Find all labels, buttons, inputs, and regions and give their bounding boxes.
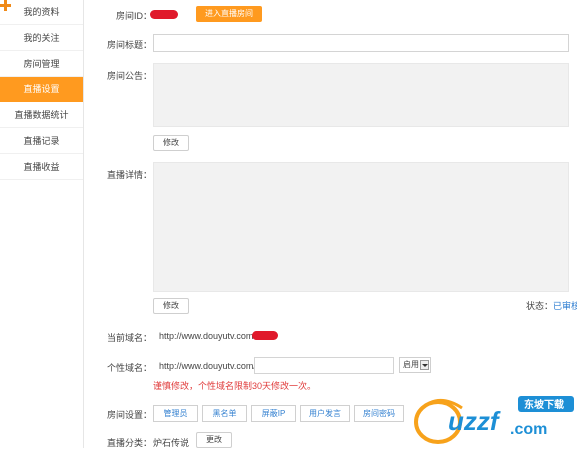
user-speech-button[interactable]: 用户发言 — [300, 405, 350, 422]
admins-button[interactable]: 管理员 — [153, 405, 198, 422]
sidebar: 我的资料 我的关注 房间管理 直播设置 直播数据统计 直播记录 直播收益 — [0, 0, 84, 448]
room-title-input[interactable] — [153, 34, 569, 52]
sidebar-item-live-records[interactable]: 直播记录 — [0, 129, 83, 154]
sidebar-item-live-earnings[interactable]: 直播收益 — [0, 155, 83, 180]
notice-edit-button[interactable]: 修改 — [153, 135, 189, 151]
custom-domain-label: 个性域名： — [106, 363, 152, 373]
status-label: 状态： — [526, 301, 554, 311]
watermark-brand: uzzf — [448, 406, 501, 436]
enter-room-button[interactable]: 进入直播房间 — [196, 6, 262, 22]
custom-domain-warning: 谨慎修改，个性域名限制30天修改一次。 — [153, 381, 317, 391]
chevron-down-icon — [420, 360, 429, 370]
room-id-label: 房间ID： — [115, 11, 152, 21]
room-detail-label: 直播详情： — [106, 170, 152, 180]
status-text: 状态：已审核 — [526, 299, 577, 312]
watermark-tagline: 东坡下载 — [524, 398, 564, 411]
room-password-button[interactable]: 房间密码 — [354, 405, 404, 422]
watermark-domain: .com — [510, 421, 547, 438]
enable-select-value: 启用 — [403, 360, 419, 369]
sidebar-item-live-stats[interactable]: 直播数据统计 — [0, 103, 83, 128]
enable-select[interactable]: 启用 — [399, 357, 431, 373]
custom-domain-input[interactable] — [254, 357, 394, 374]
category-label: 直播分类： — [106, 438, 152, 448]
sidebar-item-follows[interactable]: 我的关注 — [0, 26, 83, 51]
room-notice-label: 房间公告： — [106, 71, 152, 81]
current-domain-redacted — [252, 331, 278, 340]
status-value: 已审核 — [553, 301, 577, 311]
room-notice-textarea[interactable] — [153, 63, 569, 127]
category-value[interactable]: 炉石传说 — [153, 436, 189, 449]
sidebar-item-profile[interactable]: 我的资料 — [0, 0, 83, 25]
room-detail-textarea[interactable] — [153, 162, 569, 292]
current-domain-label: 当前域名： — [106, 333, 152, 343]
sidebar-item-room-management[interactable]: 房间管理 — [0, 52, 83, 77]
change-category-button[interactable]: 更改 — [196, 432, 232, 448]
room-id-redacted — [150, 10, 178, 19]
room-title-label: 房间标题： — [106, 40, 152, 50]
blacklist-button[interactable]: 黑名单 — [202, 405, 247, 422]
custom-domain-prefix: http://www.douyutv.com/ — [159, 361, 256, 371]
detail-edit-button[interactable]: 修改 — [153, 298, 189, 314]
uzzf-watermark-logo: uzzf .com 东坡下载 — [414, 396, 574, 444]
sidebar-item-live-settings[interactable]: 直播设置 — [0, 77, 83, 102]
block-ip-button[interactable]: 屏蔽IP — [251, 405, 296, 422]
room-settings-label: 房间设置： — [106, 410, 152, 420]
current-domain-value: http://www.douyutv.com/ — [159, 331, 256, 341]
